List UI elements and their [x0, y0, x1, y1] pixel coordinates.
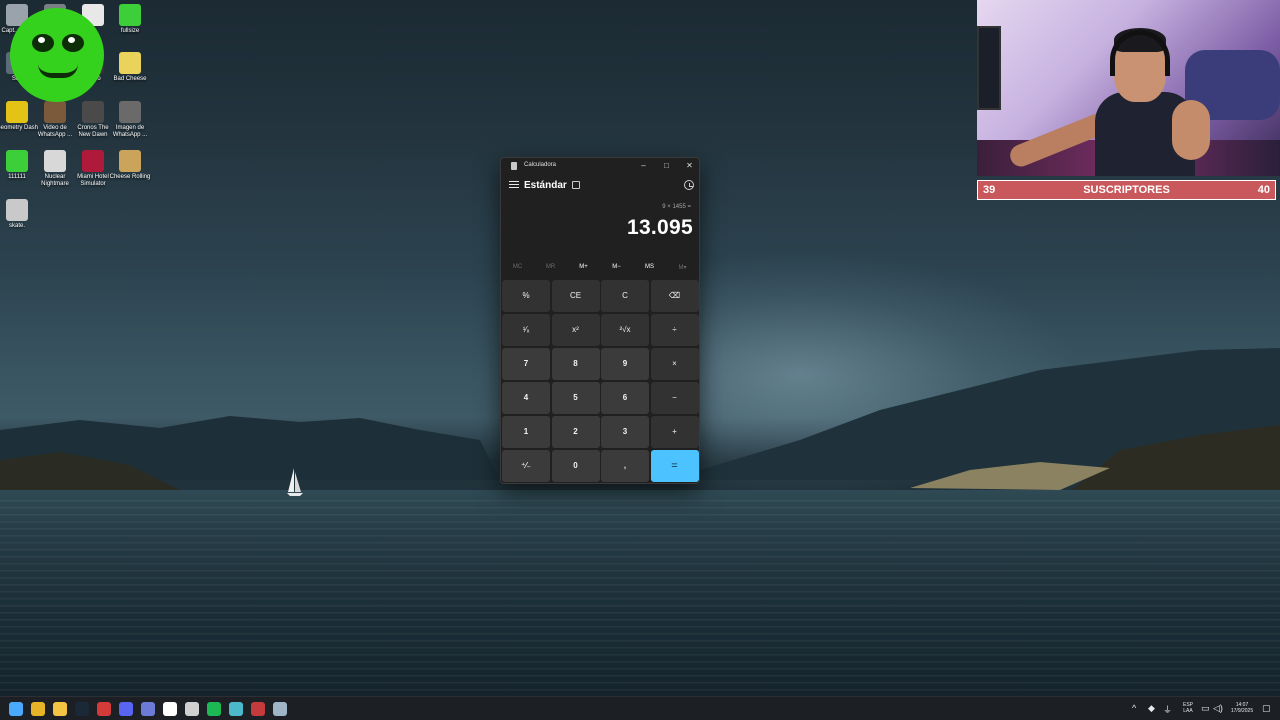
- memory-button[interactable]: M−: [600, 264, 633, 270]
- calculation-expression: 9 × 1455 =: [662, 204, 691, 210]
- desktop-icon[interactable]: fullsize: [108, 4, 152, 35]
- subtract-button[interactable]: −: [650, 382, 699, 414]
- microphone-tray-icon[interactable]: ⏚: [1163, 703, 1172, 716]
- percent-button[interactable]: %: [502, 280, 550, 312]
- history-icon[interactable]: [684, 180, 694, 190]
- keep-on-top-icon[interactable]: [572, 181, 580, 189]
- digit-7-button[interactable]: 7: [502, 348, 550, 380]
- start-icon[interactable]: [9, 702, 23, 716]
- wifi-tray-icon[interactable]: ▭: [1201, 703, 1210, 714]
- digit-9-button[interactable]: 9: [601, 348, 649, 380]
- divide-button[interactable]: ÷: [650, 314, 699, 346]
- memory-button[interactable]: M▾: [666, 264, 699, 271]
- clear-button[interactable]: C: [601, 280, 649, 312]
- cronos-icon: [82, 101, 104, 123]
- bad-cheese-icon: [119, 52, 141, 74]
- digit-2-button[interactable]: 2: [551, 416, 600, 448]
- desktop-icon-label: Bad Cheese: [113, 76, 147, 82]
- digit-1-button[interactable]: 1: [502, 416, 550, 448]
- digit-0-button[interactable]: 0: [551, 450, 600, 482]
- desktop-icon-label: fullsize: [120, 28, 140, 34]
- calculator-window: Calculadora – □ ✕ Estándar 9 × 1455 = 13…: [500, 157, 700, 484]
- decimal-button[interactable]: ,: [601, 450, 649, 482]
- desktop-icon[interactable]: Imagen de WhatsApp ...: [108, 101, 152, 139]
- green-face-icon: [6, 150, 28, 172]
- digit-6-button[interactable]: 6: [601, 382, 649, 414]
- browser-icon[interactable]: [97, 702, 111, 716]
- desktop-icon-label: Cheese Rolling: [109, 174, 151, 180]
- fullsize-icon: [119, 4, 141, 26]
- sailboat-image: [287, 468, 303, 496]
- reciprocal-button[interactable]: ¹⁄ₓ: [502, 314, 550, 346]
- media-icon[interactable]: [185, 702, 199, 716]
- language-indicator[interactable]: ESP LAA: [1180, 702, 1196, 714]
- square-root-button[interactable]: ²√x: [601, 314, 649, 346]
- calculator-icon[interactable]: [273, 702, 287, 716]
- subscriber-goal-target: 40: [1257, 184, 1270, 196]
- launcher-icon[interactable]: [229, 702, 243, 716]
- digit-4-button[interactable]: 4: [502, 382, 550, 414]
- memory-button[interactable]: M+: [567, 264, 600, 270]
- chat-icon[interactable]: [141, 702, 155, 716]
- webcam-feed: [977, 0, 1280, 176]
- skate-icon: [6, 199, 28, 221]
- nuclear-nightmare-icon: [44, 150, 66, 172]
- digit-3-button[interactable]: 3: [601, 416, 649, 448]
- network-tray-icon[interactable]: ◆: [1148, 703, 1155, 714]
- geometry-dash-icon: [6, 101, 28, 123]
- multiply-button[interactable]: ×: [650, 348, 699, 380]
- clock-date: 17/9/2025: [1230, 708, 1254, 714]
- notifications-icon[interactable]: ▢: [1262, 703, 1271, 714]
- file-explorer-icon[interactable]: [53, 702, 67, 716]
- minimize-button[interactable]: –: [632, 158, 655, 174]
- close-button[interactable]: ✕: [678, 158, 701, 174]
- add-button[interactable]: +: [650, 416, 699, 448]
- taskbar: ^ ◆ ⏚ ESP LAA ▭ ◁) 14:07 17/9/2025 ▢: [0, 696, 1280, 720]
- navigation-menu-icon[interactable]: [509, 181, 519, 191]
- video-icon: [44, 101, 66, 123]
- memory-button[interactable]: MC: [501, 264, 534, 270]
- memory-button[interactable]: MS: [633, 264, 666, 270]
- memory-button-row: MC MR M+ M− MS M▾: [501, 264, 699, 276]
- memory-button[interactable]: MR: [534, 264, 567, 270]
- subscriber-goal-label: SUSCRIPTORES: [1083, 184, 1170, 196]
- window-title: Calculadora: [524, 162, 557, 168]
- miami-hotel-icon: [82, 150, 104, 172]
- desktop-icon[interactable]: Cheese Rolling: [108, 150, 152, 181]
- desktop-icon[interactable]: Bad Cheese: [108, 52, 152, 83]
- game-icon[interactable]: [251, 702, 265, 716]
- calculation-result: 13.095: [626, 216, 693, 239]
- desktop-icon[interactable]: skate.: [0, 199, 39, 230]
- monitor-image: [977, 26, 1001, 110]
- chrome-icon[interactable]: [31, 702, 45, 716]
- desktop-icon-label: skate.: [8, 223, 25, 229]
- discord-icon[interactable]: [119, 702, 133, 716]
- square-button[interactable]: x²: [551, 314, 600, 346]
- keyboard-layout: LAA: [1183, 708, 1193, 714]
- clear-entry-button[interactable]: CE: [551, 280, 600, 312]
- calculator-app-icon: [511, 162, 517, 170]
- calculator-titlebar[interactable]: Calculadora – □ ✕: [501, 158, 699, 174]
- maximize-button[interactable]: □: [655, 158, 678, 174]
- image-icon: [119, 101, 141, 123]
- cheese-rolling-icon: [119, 150, 141, 172]
- steam-icon[interactable]: [75, 702, 89, 716]
- show-hidden-icons-chevron-icon[interactable]: ^: [1132, 703, 1136, 713]
- wallpaper-sea-ripples: [0, 500, 1280, 696]
- equals-button[interactable]: =: [650, 450, 699, 482]
- spotify-icon[interactable]: [207, 702, 221, 716]
- calculator-mode-title: Estándar: [524, 180, 567, 191]
- digit-5-button[interactable]: 5: [551, 382, 600, 414]
- backspace-button[interactable]: ⌫: [650, 280, 699, 312]
- desktop-icon-label: Imagen de WhatsApp ...: [112, 125, 148, 138]
- volume-tray-icon[interactable]: ◁): [1213, 703, 1223, 714]
- green-face-logo: [10, 8, 104, 102]
- capcut-icon[interactable]: [163, 702, 177, 716]
- subscriber-goal-bar: 39 SUSCRIPTORES 40: [977, 180, 1276, 200]
- clock[interactable]: 14:07 17/9/2025: [1226, 702, 1258, 714]
- negate-button[interactable]: ⁺⁄₋: [502, 450, 550, 482]
- streamer-shoulder-image: [1172, 100, 1210, 160]
- digit-8-button[interactable]: 8: [551, 348, 600, 380]
